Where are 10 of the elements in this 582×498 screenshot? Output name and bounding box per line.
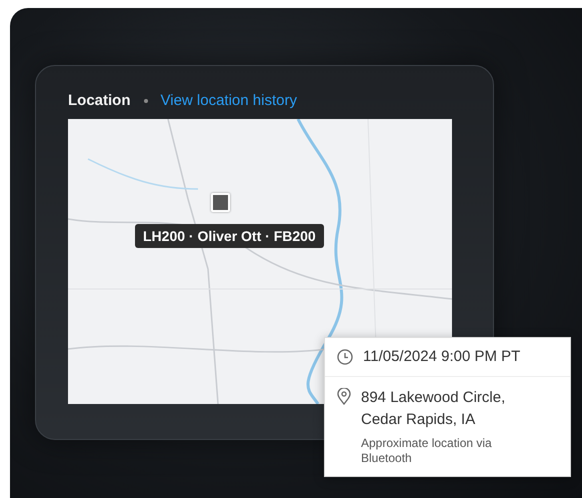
location-marker-icon[interactable] (211, 193, 230, 212)
address-text: 894 Lakewood Circle, Cedar Rapids, IA (361, 388, 506, 430)
location-note: Approximate location via Bluetooth (361, 436, 493, 466)
clock-icon (337, 349, 353, 365)
card-title: Location (68, 92, 130, 109)
timestamp: 11/05/2024 9:00 PM PT (363, 348, 520, 366)
map-label: LH200 · Oliver Ott · FB200 (135, 224, 324, 248)
location-history-link[interactable]: View location history (160, 92, 297, 109)
location-pin-icon (337, 388, 351, 405)
separator-dot (144, 98, 148, 102)
